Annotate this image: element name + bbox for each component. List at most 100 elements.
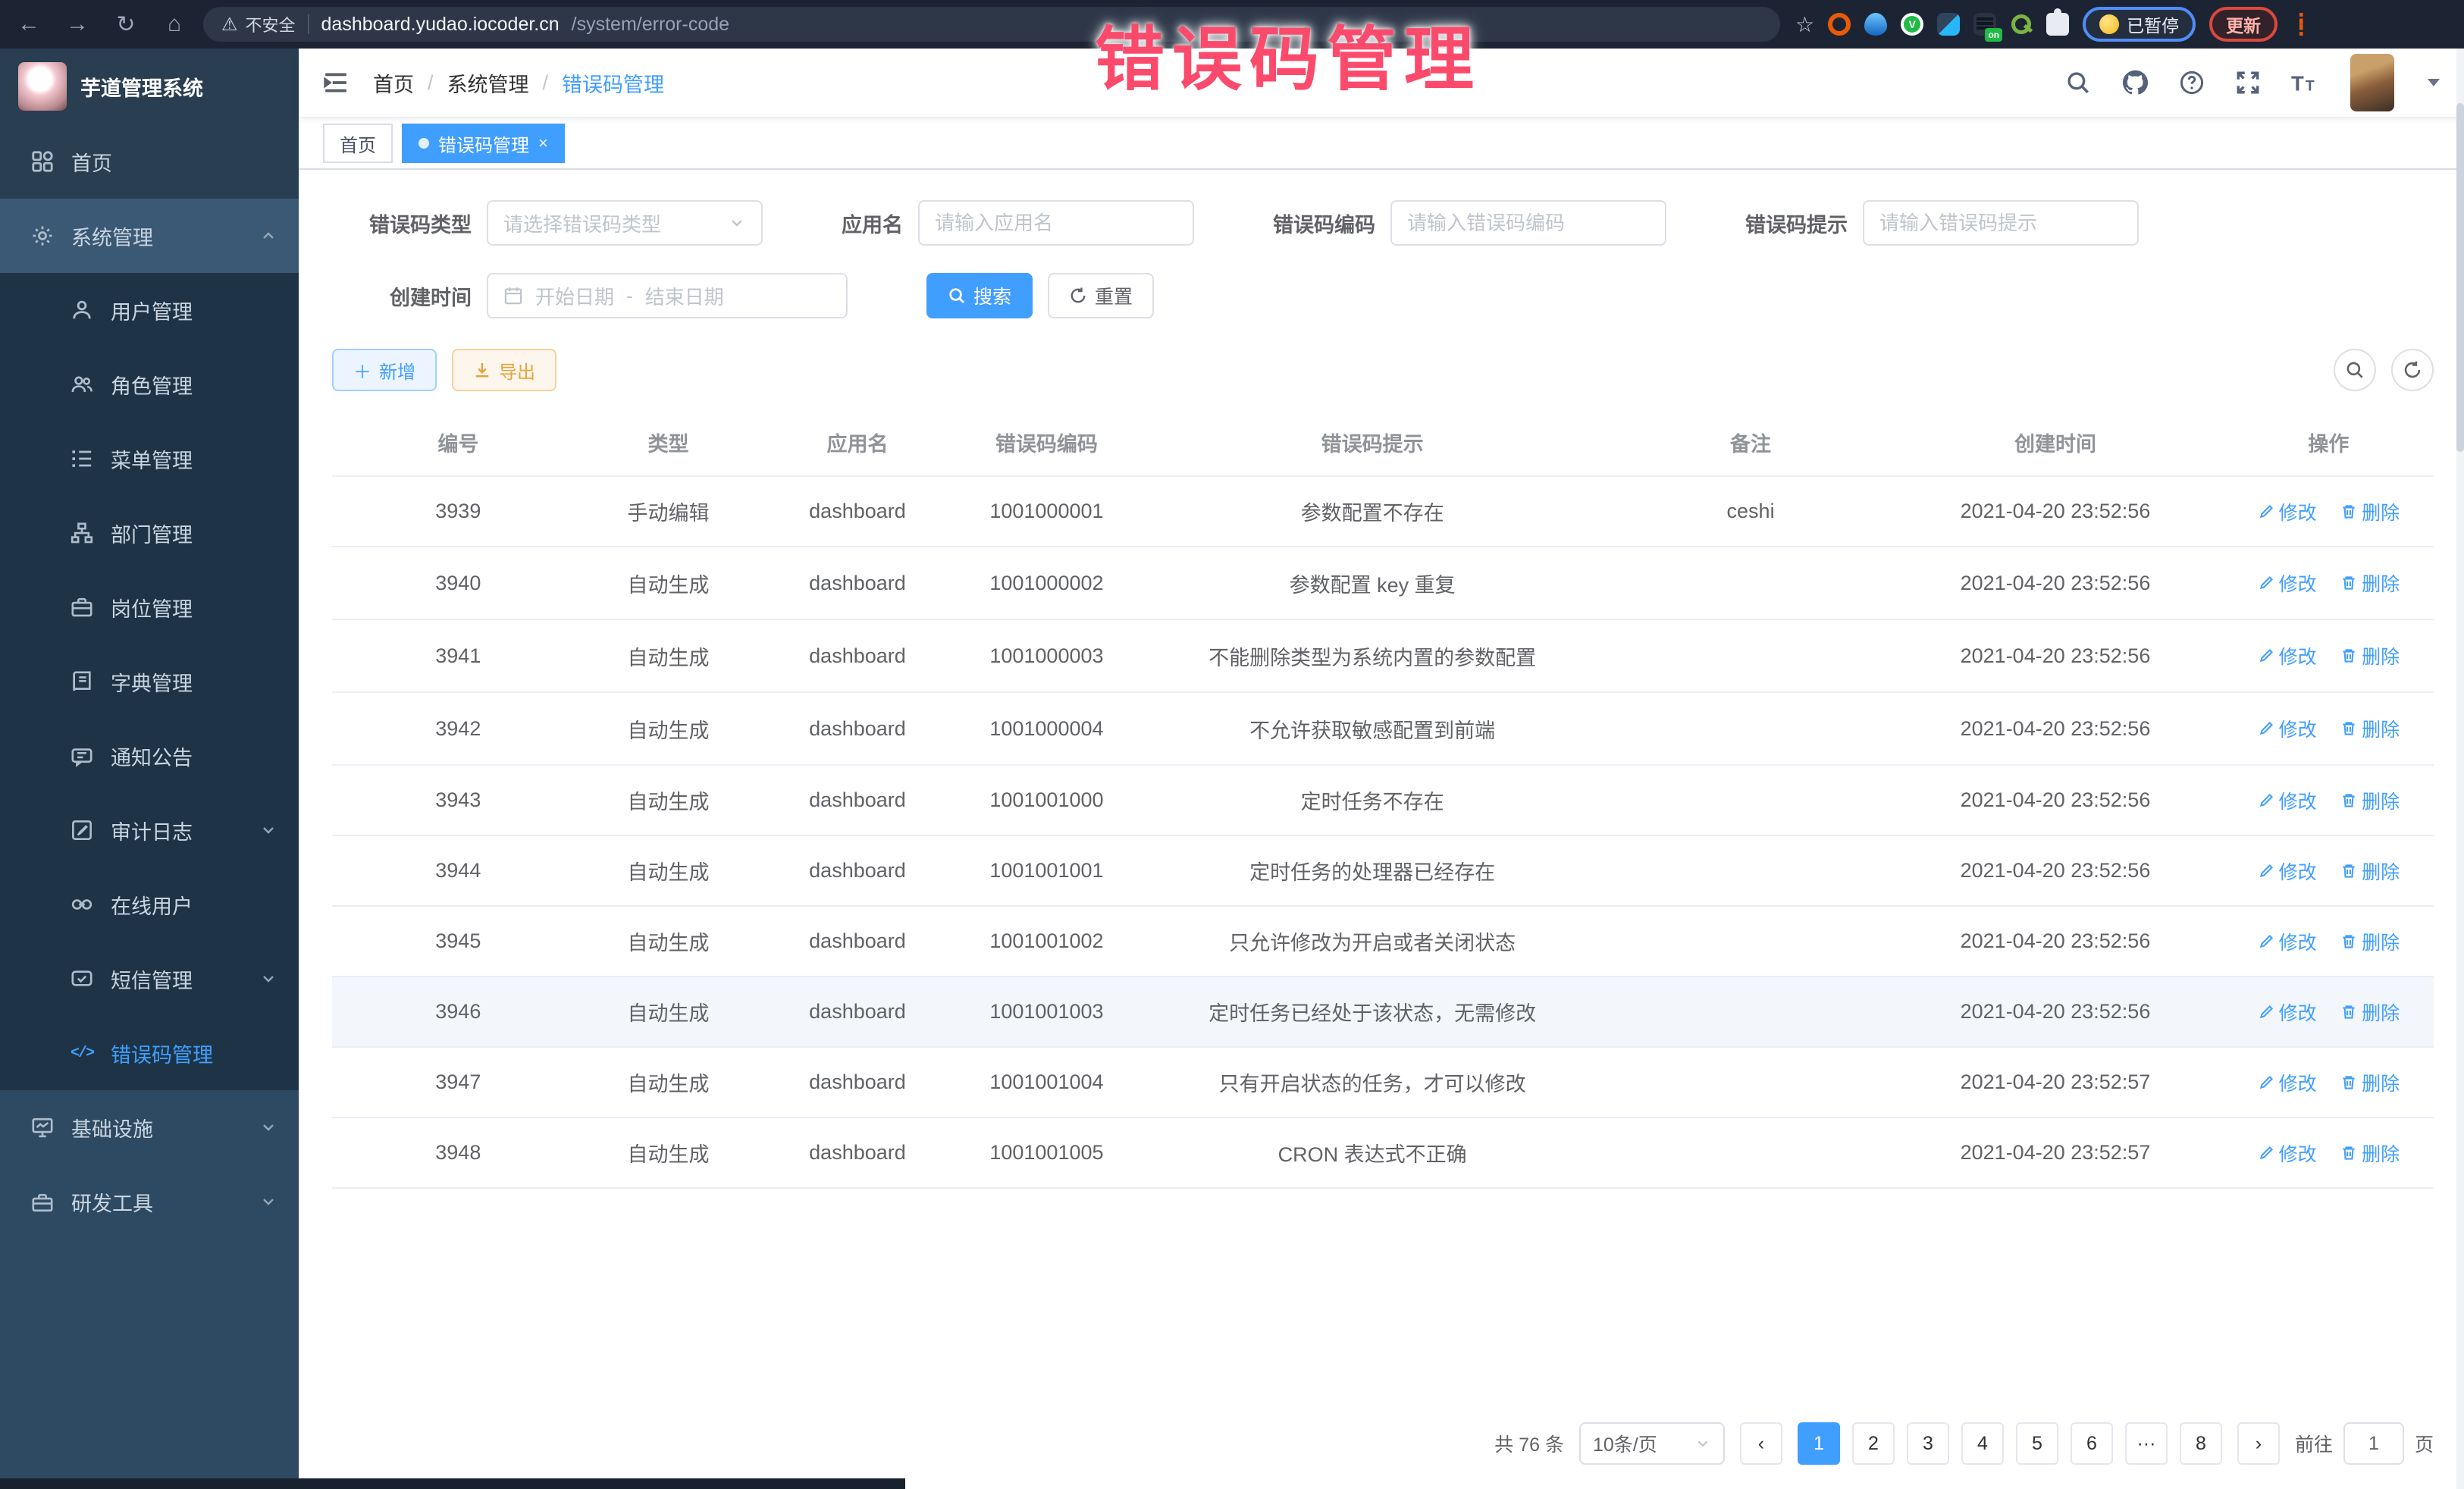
delete-link[interactable]: 删除 <box>2340 998 2400 1026</box>
edit-link[interactable]: 修改 <box>2258 498 2317 525</box>
browser-update-button[interactable]: 更新 <box>2209 7 2277 42</box>
edit-link[interactable]: 修改 <box>2258 569 2317 597</box>
browser-back-icon[interactable]: ← <box>15 11 42 37</box>
scrollbar-thumb[interactable] <box>2456 103 2464 452</box>
page-button[interactable]: 2 <box>1852 1422 1895 1465</box>
prev-page-button[interactable]: ‹ <box>1740 1422 1782 1465</box>
delete-link[interactable]: 删除 <box>2340 928 2400 955</box>
extensions-puzzle-icon[interactable] <box>2046 13 2069 36</box>
page-button[interactable]: ··· <box>2125 1422 2168 1465</box>
github-icon[interactable] <box>2121 69 2149 96</box>
page-button[interactable]: 1 <box>1798 1422 1840 1465</box>
table-row[interactable]: 3945 自动生成 dashboard 1001001002 只允许修改为开启或… <box>332 906 2434 976</box>
error-code-input[interactable] <box>1407 212 1650 235</box>
bookmark-star-icon[interactable]: ☆ <box>1795 12 1814 37</box>
app-logo[interactable]: 芋道管理系统 <box>0 49 299 124</box>
tab-home[interactable]: 首页 <box>323 124 393 163</box>
delete-link[interactable]: 删除 <box>2340 715 2400 742</box>
table-row[interactable]: 3946 自动生成 dashboard 1001001003 定时任务已经处于该… <box>332 976 2434 1047</box>
sidebar-item-system[interactable]: 系统管理 <box>0 199 299 273</box>
page-button[interactable]: 3 <box>1907 1422 1949 1465</box>
table-row[interactable]: 3947 自动生成 dashboard 1001001004 只有开启状态的任务… <box>332 1047 2434 1118</box>
page-scrollbar[interactable] <box>2456 49 2464 1489</box>
extension-switch-icon[interactable]: on <box>1973 13 1996 36</box>
edit-link[interactable]: 修改 <box>2258 1139 2317 1167</box>
tab-close-icon[interactable]: × <box>538 133 548 153</box>
sidebar-item-audit-log[interactable]: 审计日志 <box>0 793 299 867</box>
sidebar-item-users[interactable]: 用户管理 <box>0 273 299 347</box>
browser-menu-dots-icon[interactable]: ⋮⋮ <box>2291 17 2303 32</box>
table-row[interactable]: 3939 手动编辑 dashboard 1001000001 参数配置不存在 c… <box>332 476 2434 547</box>
extension-drop-icon[interactable] <box>1864 13 1887 36</box>
edit-link[interactable]: 修改 <box>2258 715 2317 742</box>
page-button[interactable]: 5 <box>2016 1422 2058 1465</box>
edit-link[interactable]: 修改 <box>2258 1069 2317 1096</box>
date-range-picker[interactable]: 开始日期 - 结束日期 <box>487 273 848 318</box>
fullscreen-icon[interactable] <box>2235 70 2261 96</box>
table-row[interactable]: 3942 自动生成 dashboard 1001000004 不允许获取敏感配置… <box>332 692 2434 765</box>
delete-link[interactable]: 删除 <box>2340 569 2400 597</box>
page-button[interactable]: 4 <box>1961 1422 2004 1465</box>
breadcrumb-home[interactable]: 首页 <box>373 68 414 98</box>
table-row[interactable]: 3944 自动生成 dashboard 1001001001 定时任务的处理器已… <box>332 835 2434 906</box>
user-avatar[interactable] <box>2350 54 2394 111</box>
show-search-button[interactable] <box>2334 349 2376 391</box>
sidebar-item-posts[interactable]: 岗位管理 <box>0 570 299 644</box>
help-icon[interactable] <box>2179 70 2205 96</box>
app-name-input[interactable] <box>935 212 1177 235</box>
edit-link[interactable]: 修改 <box>2258 928 2317 955</box>
hamburger-icon[interactable] <box>323 70 349 96</box>
font-size-icon[interactable]: TT <box>2291 70 2320 96</box>
extension-gem-icon[interactable] <box>1937 13 1960 36</box>
sidebar-item-notice[interactable]: 通知公告 <box>0 719 299 793</box>
reset-button[interactable]: 重置 <box>1048 273 1154 318</box>
sidebar-item-online-users[interactable]: 在线用户 <box>0 867 299 942</box>
page-size-select[interactable]: 10条/页 <box>1579 1422 1725 1465</box>
delete-link[interactable]: 删除 <box>2340 787 2400 814</box>
refresh-table-button[interactable] <box>2391 349 2434 391</box>
security-warning[interactable]: ⚠ 不安全 <box>221 12 296 36</box>
delete-link[interactable]: 删除 <box>2340 1069 2400 1096</box>
table-row[interactable]: 3943 自动生成 dashboard 1001001000 定时任务不存在 2… <box>332 765 2434 835</box>
table-row[interactable]: 3941 自动生成 dashboard 1001000003 不能删除类型为系统… <box>332 619 2434 692</box>
sidebar-item-dev-tools[interactable]: 研发工具 <box>0 1165 299 1239</box>
sidebar-item-menus[interactable]: 菜单管理 <box>0 422 299 496</box>
goto-page-input[interactable] <box>2343 1422 2404 1465</box>
edit-link[interactable]: 修改 <box>2258 998 2317 1026</box>
table-row[interactable]: 3948 自动生成 dashboard 1001001005 CRON 表达式不… <box>332 1118 2434 1188</box>
error-type-select[interactable]: 请选择错误码类型 <box>487 200 763 246</box>
add-button[interactable]: ＋ 新增 <box>332 349 437 391</box>
sidebar-item-roles[interactable]: 角色管理 <box>0 347 299 422</box>
sidebar-item-sms[interactable]: 短信管理 <box>0 942 299 1016</box>
breadcrumb-parent[interactable]: 系统管理 <box>447 68 529 98</box>
edit-link[interactable]: 修改 <box>2258 642 2317 669</box>
export-button[interactable]: 导出 <box>452 349 556 391</box>
sidebar-item-departments[interactable]: 部门管理 <box>0 496 299 570</box>
browser-home-icon[interactable]: ⌂ <box>161 11 188 37</box>
edit-link[interactable]: 修改 <box>2258 787 2317 814</box>
delete-link[interactable]: 删除 <box>2340 642 2400 669</box>
search-button[interactable]: 搜索 <box>926 273 1033 318</box>
browser-forward-icon[interactable]: → <box>64 11 91 37</box>
search-icon[interactable] <box>2065 70 2091 96</box>
browser-refresh-icon[interactable]: ↻ <box>112 11 140 38</box>
url-bar[interactable]: ⚠ 不安全 dashboard.yudao.iocoder.cn/system/… <box>203 7 1780 42</box>
tab-error-code[interactable]: 错误码管理 × <box>402 124 565 163</box>
extension-adblock-icon[interactable] <box>1828 13 1851 36</box>
sidebar-item-home[interactable]: 首页 <box>0 124 299 199</box>
next-page-button[interactable]: › <box>2237 1422 2280 1465</box>
extension-vue-devtools-icon[interactable]: V <box>1901 13 1923 36</box>
table-row[interactable]: 3940 自动生成 dashboard 1001000002 参数配置 key … <box>332 547 2434 619</box>
extension-key-icon[interactable] <box>2010 13 2033 36</box>
error-hint-input[interactable] <box>1879 212 2122 235</box>
delete-link[interactable]: 删除 <box>2340 498 2400 525</box>
profile-paused-pill[interactable]: 已暂停 <box>2083 7 2196 42</box>
delete-link[interactable]: 删除 <box>2340 1139 2400 1167</box>
page-button[interactable]: 8 <box>2180 1422 2222 1465</box>
sidebar-item-infrastructure[interactable]: 基础设施 <box>0 1090 299 1165</box>
delete-link[interactable]: 删除 <box>2340 857 2400 885</box>
avatar-caret-icon[interactable] <box>2428 79 2440 86</box>
page-button[interactable]: 6 <box>2071 1422 2113 1465</box>
sidebar-item-error-code[interactable]: </> 错误码管理 <box>0 1016 299 1090</box>
sidebar-item-dict[interactable]: 字典管理 <box>0 644 299 719</box>
